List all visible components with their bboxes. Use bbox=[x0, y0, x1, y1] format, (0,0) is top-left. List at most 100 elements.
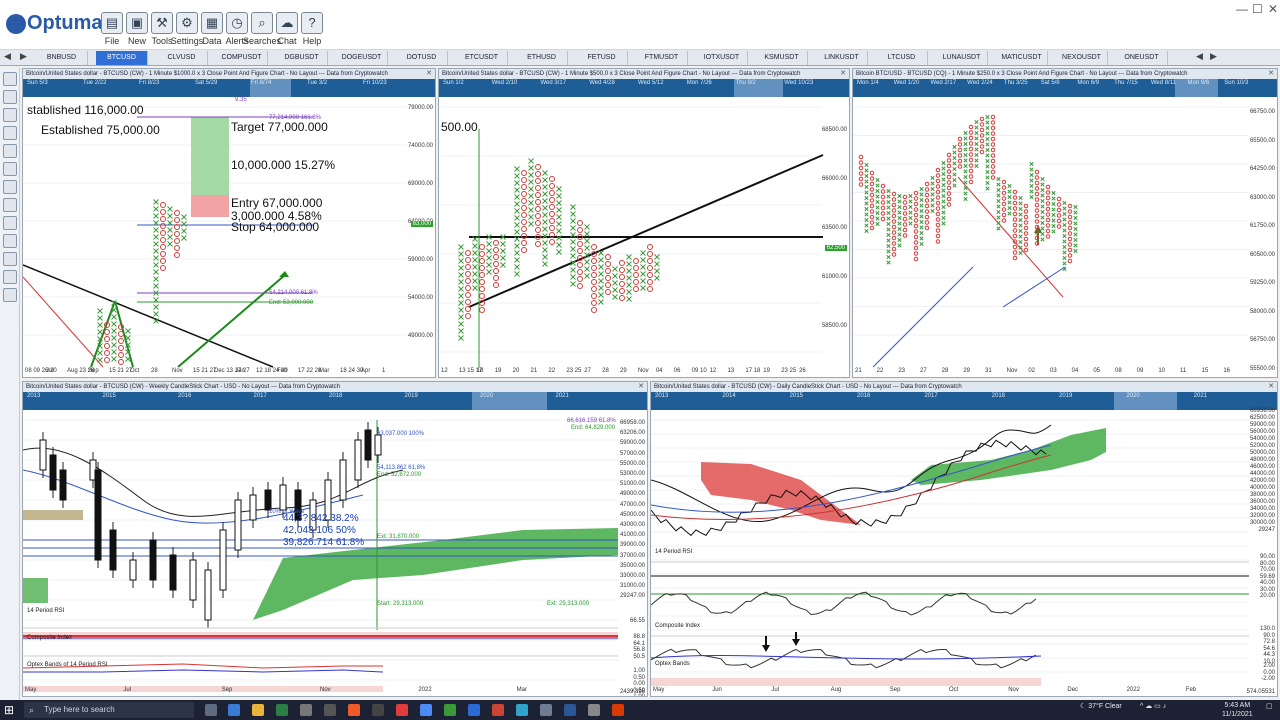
tab-ltcusd[interactable]: LTCUSD bbox=[876, 51, 928, 65]
candlestick-plot[interactable] bbox=[23, 410, 647, 692]
pf-o-mark bbox=[104, 350, 110, 356]
taskbar-app-icon[interactable] bbox=[228, 704, 240, 716]
taskbar-search-input[interactable]: ⌕ Type here to search bbox=[24, 702, 194, 718]
pf-chart-plot[interactable] bbox=[439, 97, 849, 369]
pf-chart-plot[interactable] bbox=[853, 97, 1277, 369]
taskbar-app-icon[interactable] bbox=[372, 704, 384, 716]
optuma-taskbar-icon[interactable] bbox=[540, 704, 552, 716]
undo-icon[interactable] bbox=[3, 144, 17, 158]
y-tick-label: 57000.00 bbox=[619, 450, 645, 457]
tab-fetusd[interactable]: FETUSD bbox=[576, 51, 628, 65]
pf-o-mark bbox=[902, 227, 908, 233]
weather-widget[interactable]: ☾ 37°F Clear bbox=[1080, 702, 1122, 710]
x-tick-label: 04 bbox=[655, 368, 663, 374]
windows-start-icon[interactable]: ⊞ bbox=[4, 703, 18, 717]
timeline-navigator[interactable]: 2013 2014 2015 2016 2017 2018 2019 2020 2021 bbox=[651, 392, 1277, 410]
system-tray-icons[interactable]: ^ ☁ ▭ ♪ bbox=[1140, 702, 1166, 710]
tab-dgbusdt[interactable]: DGBUSDT bbox=[276, 51, 328, 65]
tab-etcusdt[interactable]: ETCUSDT bbox=[456, 51, 508, 65]
taskbar-app-icon[interactable] bbox=[588, 704, 600, 716]
maximize-button[interactable]: ☐ bbox=[1252, 2, 1263, 16]
pf-o-mark bbox=[174, 252, 180, 258]
pf-o-mark bbox=[104, 357, 110, 363]
tab-nexousdt[interactable]: NEXOUSDT bbox=[1056, 51, 1108, 65]
pf-o-mark bbox=[174, 245, 180, 251]
taskbar-app-icon[interactable] bbox=[612, 704, 624, 716]
taskbar-app-icon[interactable] bbox=[516, 704, 528, 716]
save-tool-icon[interactable] bbox=[3, 108, 17, 122]
x-tick-label: Sep bbox=[88, 368, 99, 374]
chart-panel-pf-1000[interactable]: Bitcoin/United States dollar - BTCUSD (C… bbox=[22, 68, 436, 378]
tab-clvusd[interactable]: CLVUSD bbox=[156, 51, 208, 65]
timeline-navigator[interactable]: Sun 5/3 Tue 2/22 Fri 8/23 Sat 5/29 Fri 8/74 T… bbox=[23, 79, 435, 97]
timeline-navigator[interactable]: Sun 1/2 Wed 2/10 Wed 3/17 Wed 4/28 Wed 5/12 M… bbox=[439, 79, 849, 97]
x-tick-label: 03 bbox=[1050, 368, 1057, 374]
tab-bnbusd[interactable]: BNBUSD bbox=[36, 51, 88, 65]
pf-o-mark bbox=[935, 167, 941, 173]
cursor-tool-icon[interactable] bbox=[3, 72, 17, 86]
notifications-icon[interactable]: ▢ bbox=[1266, 702, 1273, 710]
chrome-icon[interactable] bbox=[420, 704, 432, 716]
chart-panel-pf-250[interactable]: Bitcoin BTC/USD - BTCUSD (CQ) - 1 Minute… bbox=[852, 68, 1278, 378]
candlestick-plot[interactable] bbox=[651, 410, 1277, 692]
taskbar-app-icon[interactable] bbox=[324, 704, 336, 716]
chart-panel-daily[interactable]: Bitcoin/United States dollar - BTCUSD (C… bbox=[650, 381, 1278, 697]
x-tick-label: 05 bbox=[1093, 368, 1101, 374]
checklist-icon[interactable] bbox=[3, 288, 17, 302]
tab-scroll-left-icon[interactable]: ◀ bbox=[4, 51, 11, 62]
magnet-icon[interactable] bbox=[3, 252, 17, 266]
timeline-label: 2015 bbox=[102, 393, 116, 399]
tab-maticusdt[interactable]: MATICUSDT bbox=[996, 51, 1048, 65]
indicator-value-label: 40.00 bbox=[1259, 580, 1275, 586]
fib-top-small: 66,616.159 61.8% bbox=[567, 418, 616, 424]
timeline-label: Wed 10/23 bbox=[784, 80, 814, 86]
taskbar-app-icon[interactable] bbox=[300, 704, 312, 716]
tab-nav-right-icon[interactable]: ▶ bbox=[1210, 51, 1217, 62]
help-button[interactable]: ? Help bbox=[300, 12, 324, 46]
task-view-icon[interactable] bbox=[205, 704, 217, 716]
pf-o-mark bbox=[479, 279, 485, 285]
print-tool-icon[interactable] bbox=[3, 126, 17, 140]
tab-dogeusdt[interactable]: DOGEUSDT bbox=[336, 51, 388, 65]
crosshair-icon[interactable] bbox=[3, 198, 17, 212]
pf-o-mark bbox=[577, 241, 583, 247]
brave-browser-icon[interactable] bbox=[348, 704, 360, 716]
youtube-icon[interactable] bbox=[396, 704, 408, 716]
timeline-navigator[interactable]: 2013 2015 2016 2017 2018 2019 2020 2021 bbox=[23, 392, 647, 410]
close-window-button[interactable]: ✕ bbox=[1268, 2, 1278, 16]
tab-ksmusdt[interactable]: KSMUSDT bbox=[756, 51, 808, 65]
tab-compusdt[interactable]: COMPUSDT bbox=[216, 51, 268, 65]
tab-oneusdt[interactable]: ONEUSDT bbox=[1116, 51, 1168, 65]
pf-chart-plot[interactable] bbox=[23, 97, 435, 369]
chart-panel-weekly[interactable]: Bitcoin/United States dollar - BTCUSD (C… bbox=[22, 381, 648, 697]
tab-btcusd[interactable]: BTCUSD bbox=[96, 51, 148, 65]
word-icon[interactable] bbox=[564, 704, 576, 716]
pf-o-mark bbox=[946, 180, 952, 185]
eraser-icon[interactable] bbox=[3, 270, 17, 284]
pf-o-mark bbox=[549, 176, 555, 182]
chart-panel-pf-500[interactable]: Bitcoin/United States dollar - BTCUSD (C… bbox=[438, 68, 850, 378]
tab-ftmusdt[interactable]: FTMUSDT bbox=[636, 51, 688, 65]
clock[interactable]: 5:43 AM 11/1/2021 bbox=[1222, 701, 1253, 719]
taskbar-app-icon[interactable] bbox=[276, 704, 288, 716]
taskbar-app-icon[interactable] bbox=[492, 704, 504, 716]
tab-iotxusdt[interactable]: IOTXUSDT bbox=[696, 51, 748, 65]
tab-nav-left-icon[interactable]: ◀ bbox=[1196, 51, 1203, 62]
tab-ethusd[interactable]: ETHUSD bbox=[516, 51, 568, 65]
picture-tool-icon[interactable] bbox=[3, 90, 17, 104]
tab-dotusd[interactable]: DOTUSD bbox=[396, 51, 448, 65]
pf-o-mark bbox=[968, 130, 974, 135]
pf-o-mark bbox=[891, 208, 897, 213]
tab-linkusdt[interactable]: LINKUSDT bbox=[816, 51, 868, 65]
lock-icon[interactable] bbox=[3, 216, 17, 230]
redo-icon[interactable] bbox=[3, 162, 17, 176]
tab-lunausdt[interactable]: LUNAUSDT bbox=[936, 51, 988, 65]
minimize-button[interactable]: — bbox=[1236, 2, 1248, 16]
taskbar-app-icon[interactable] bbox=[468, 704, 480, 716]
timeline-navigator[interactable]: Mon 1/4 Wed 1/20 Wed 2/17 Wed 2/24 Thu 3/25 S… bbox=[853, 79, 1277, 97]
file-explorer-icon[interactable] bbox=[252, 704, 264, 716]
tab-scroll-right-icon[interactable]: ▶ bbox=[20, 51, 27, 62]
grid-icon[interactable] bbox=[3, 234, 17, 248]
draw-tool-icon[interactable] bbox=[3, 180, 17, 194]
taskbar-app-icon[interactable] bbox=[444, 704, 456, 716]
